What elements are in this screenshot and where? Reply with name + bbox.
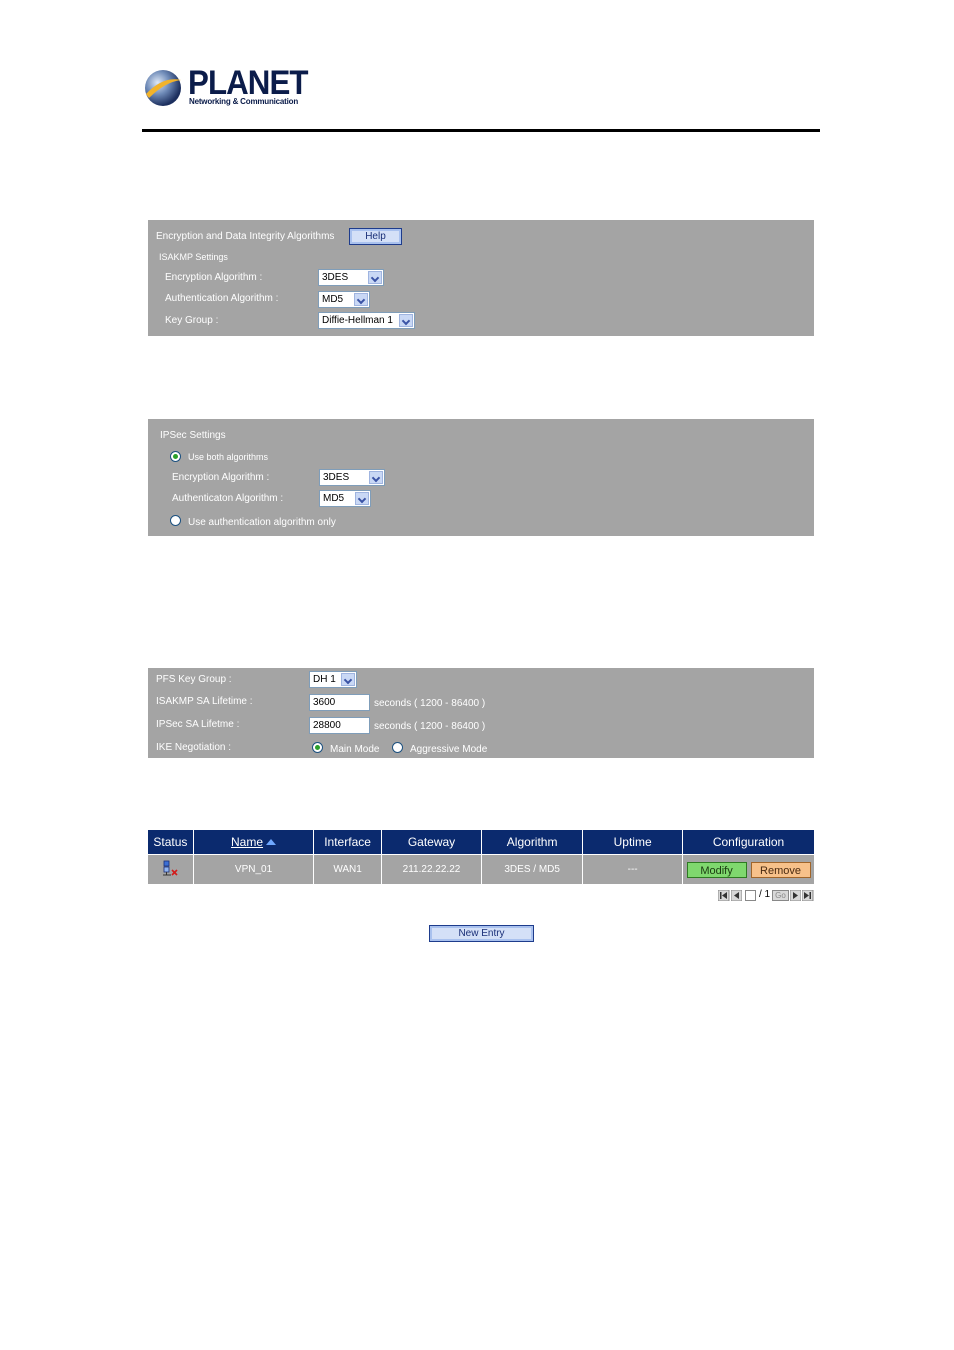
brand-tagline: Networking & Communication [189,97,299,106]
isakmp-lifetime-input[interactable]: 3600 [309,694,370,711]
ike-negotiation-label: IKE Negotiation : [156,742,232,753]
use-both-algorithms-label: Use both algorithms [188,452,269,462]
chevron-down-icon[interactable] [399,314,413,327]
remove-button[interactable]: Remove [750,861,811,878]
pfs-key-group-value: DH 1 [313,674,336,685]
isakmp-lifetime-hint: seconds ( 1200 - 86400 ) [374,698,486,709]
ipsec-authentication-select[interactable]: MD5 [319,490,371,507]
chevron-down-icon[interactable] [368,271,382,284]
ipsec-encryption-value: 3DES [323,472,350,483]
table-row: VPN_01 WAN1 211.22.22.22 3DES / MD5 --- … [148,854,814,884]
new-entry-button[interactable]: New Entry [429,925,534,942]
pfs-key-group-select[interactable]: DH 1 [309,671,357,688]
vpn-tunnel-table: Status Name Interface Gateway Algorithm … [148,830,814,884]
isakmp-encryption-label: Encryption Algorithm : [165,272,263,283]
algorithm-cell: 3DES / MD5 [481,854,584,884]
last-page-icon[interactable] [802,890,814,901]
key-group-select[interactable]: Diffie-Hellman 1 [318,312,415,329]
help-button[interactable]: Help [349,228,402,245]
pfs-key-group-label: PFS Key Group : [156,674,232,685]
sort-ascending-icon[interactable] [266,839,277,845]
table-header-row: Status Name Interface Gateway Algorithm … [148,830,814,855]
ike-main-mode-label: Main Mode [330,744,380,755]
ike-aggressive-mode-radio[interactable] [392,742,403,753]
planet-logo-globe-icon [145,70,181,106]
name-sort-link[interactable]: Name [231,835,263,849]
column-header-name[interactable]: Name [193,830,315,855]
column-header-interface: Interface [313,830,382,855]
isakmp-authentication-select[interactable]: MD5 [318,291,370,308]
chevron-down-icon[interactable] [341,673,355,686]
isakmp-settings-panel: Encryption and Data Integrity Algorithms… [148,220,814,336]
pfs-lifetime-panel: PFS Key Group : DH 1 ISAKMP SA Lifetime … [148,668,814,758]
ike-main-mode-radio[interactable] [312,742,323,753]
gateway-cell: 211.22.22.22 [381,854,483,884]
use-auth-only-radio[interactable] [170,515,181,526]
isakmp-encryption-select[interactable]: 3DES [318,269,384,286]
ipsec-encryption-select[interactable]: 3DES [319,469,385,486]
previous-page-icon[interactable] [731,890,742,901]
use-auth-only-label: Use authentication algorithm only [188,517,336,528]
next-page-icon[interactable] [790,890,801,901]
column-header-uptime: Uptime [582,830,684,855]
isakmp-settings-label: ISAKMP Settings [159,252,228,262]
column-header-gateway: Gateway [381,830,483,855]
isakmp-lifetime-label: ISAKMP SA Lifetime : [156,696,253,707]
ipsec-encryption-label: Encryption Algorithm : [172,472,270,483]
ipsec-lifetime-hint: seconds ( 1200 - 86400 ) [374,721,486,732]
page-number-input[interactable] [745,890,756,901]
ipsec-authentication-value: MD5 [323,493,345,504]
interface-cell: WAN1 [313,854,382,884]
key-group-value: Diffie-Hellman 1 [322,315,393,326]
ipsec-authentication-label: Authenticaton Algorithm : [172,493,284,504]
ipsec-lifetime-input[interactable]: 28800 [309,717,370,734]
disconnected-tunnel-icon [163,860,178,876]
header-divider [142,129,820,132]
modify-button[interactable]: Modify [686,861,747,878]
key-group-label: Key Group : [165,315,219,326]
isakmp-authentication-label: Authentication Algorithm : [165,293,279,304]
isakmp-encryption-value: 3DES [322,272,349,283]
algorithms-section-title: Encryption and Data Integrity Algorithms [156,231,335,242]
chevron-down-icon[interactable] [355,492,369,505]
use-both-algorithms-radio[interactable] [170,451,181,462]
ike-aggressive-mode-label: Aggressive Mode [410,744,488,755]
ipsec-settings-panel: IPSec Settings Use both algorithms Encry… [148,419,814,536]
chevron-down-icon[interactable] [354,293,368,306]
ipsec-settings-label: IPSec Settings [160,430,226,441]
page-total-text: / 1 [759,889,771,900]
column-header-status: Status [148,830,194,855]
go-page-button[interactable]: Go [772,890,789,901]
name-cell: VPN_01 [193,854,315,884]
chevron-down-icon[interactable] [369,471,383,484]
uptime-cell: --- [582,854,684,884]
configuration-cell: Modify Remove [682,854,814,884]
status-cell [148,854,194,884]
ipsec-lifetime-label: IPSec SA Lifetme : [156,719,240,730]
column-header-algorithm: Algorithm [481,830,584,855]
column-header-configuration: Configuration [682,830,814,855]
isakmp-authentication-value: MD5 [322,294,344,305]
